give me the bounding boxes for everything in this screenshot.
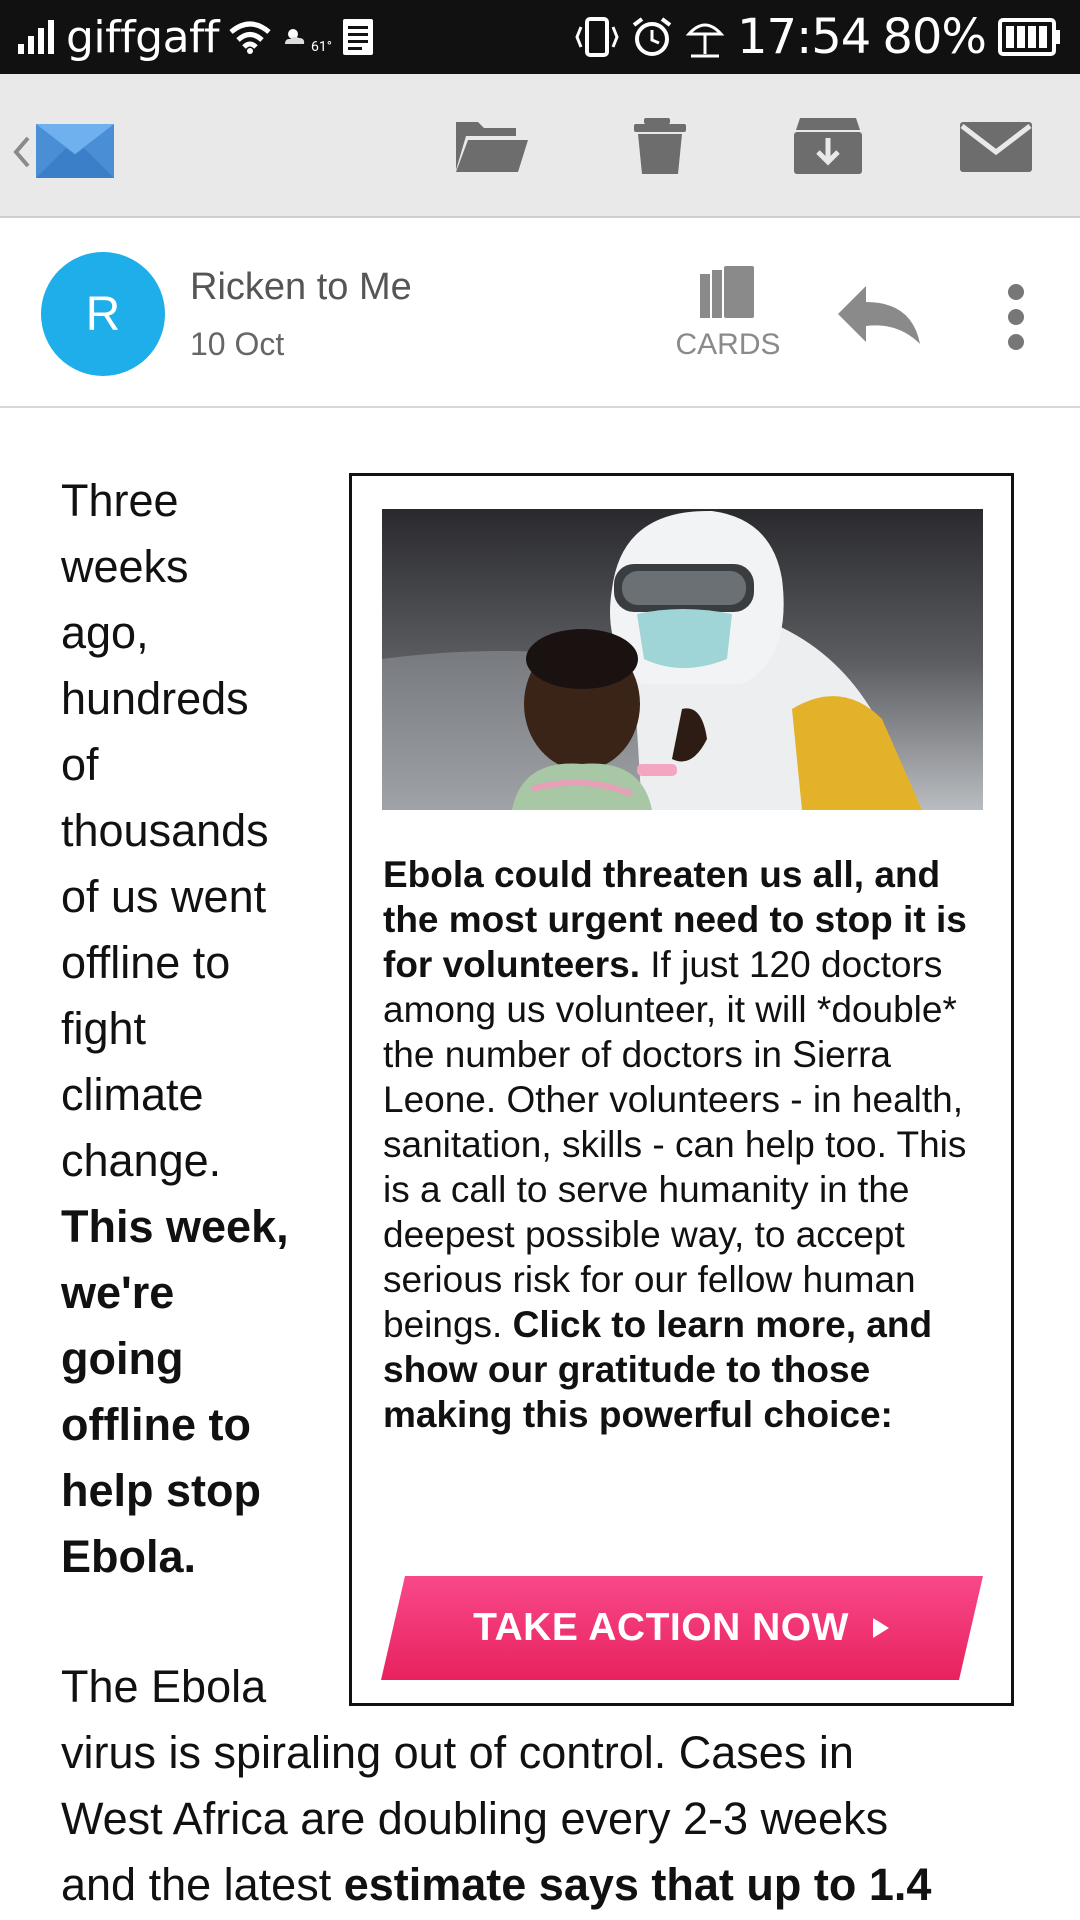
message-date: 10 Oct: [190, 326, 285, 362]
message-header: R Ricken to Me 10 Oct CARDS: [0, 218, 1080, 408]
signal-icon: [18, 20, 54, 54]
beach-icon: [685, 23, 725, 58]
move-to-folder-button[interactable]: [452, 116, 532, 176]
reply-icon: [838, 286, 920, 344]
folder-icon: [456, 122, 528, 172]
intro-line: ago,: [61, 607, 149, 658]
intro-line: weeks: [61, 541, 189, 592]
intro-line: offline to: [61, 937, 231, 988]
ebola-photo-image: [382, 509, 983, 810]
clock: 17:54: [736, 9, 871, 65]
vibrate-icon: [575, 17, 619, 57]
intro-line: change.: [61, 1135, 222, 1186]
battery-percent: 80%: [882, 9, 987, 65]
ebola-photo[interactable]: [382, 509, 983, 810]
back-chevron-icon: [13, 136, 30, 168]
avatar[interactable]: R: [41, 252, 165, 376]
cards-icon: [700, 266, 754, 318]
card-body-text: Ebola could threaten us all, and the mos…: [383, 852, 983, 1437]
play-arrow-icon: [872, 1618, 889, 1638]
weather-icon: [285, 29, 305, 44]
bold-line: This week,: [61, 1201, 289, 1252]
intro-line: fight: [61, 1003, 147, 1054]
sender-line[interactable]: Ricken to Me: [190, 266, 412, 309]
battery-icon: [998, 18, 1060, 56]
bold-line: offline to: [61, 1399, 251, 1450]
reply-button[interactable]: [836, 280, 922, 350]
card-plain-text: If just 120 doctors among us volunteer, …: [383, 944, 967, 1345]
delete-button[interactable]: [620, 116, 700, 176]
intro-line: Three: [61, 475, 179, 526]
bold-line: help stop: [61, 1465, 261, 1516]
intro-line: of us went: [61, 871, 267, 922]
cta-label: TAKE ACTION NOW: [473, 1606, 849, 1649]
more-vert-icon: [1008, 284, 1024, 350]
wifi-icon: [229, 21, 271, 54]
cards-label: CARDS: [675, 328, 781, 361]
bold-line: we're: [61, 1267, 175, 1318]
envelope-icon: [960, 122, 1032, 172]
status-bar: giffgaff 61° 17:54 80%: [0, 0, 1080, 74]
more-options-button[interactable]: [998, 282, 1034, 352]
mail-toolbar: [0, 74, 1080, 218]
notes-icon: [342, 19, 373, 55]
carrier-name: giffgaff: [66, 11, 220, 63]
body-line-bold: estimate says that up to 1.4: [343, 1859, 932, 1910]
body-line: virus is spiraling out of control. Cases…: [61, 1727, 854, 1778]
mail-app-icon: [36, 124, 114, 178]
intro-line: thousands: [61, 805, 269, 856]
intro-line: of: [61, 739, 99, 790]
intro-line: hundreds: [61, 673, 249, 724]
body-line: and the latest estimate says that up to …: [61, 1852, 1061, 1918]
body-line: The Ebola: [61, 1661, 267, 1712]
body-continuation: The Ebola virus is spiraling out of cont…: [61, 1654, 1061, 1918]
campaign-card: Ebola could threaten us all, and the mos…: [349, 473, 1014, 1706]
archive-button[interactable]: [788, 116, 868, 176]
intro-line: climate: [61, 1069, 204, 1120]
bold-line: Ebola.: [61, 1531, 197, 1582]
mark-unread-button[interactable]: [956, 116, 1036, 176]
intro-text: Three weeks ago, hundreds of thousands o…: [61, 468, 311, 1590]
trash-icon: [634, 118, 686, 174]
cards-button[interactable]: CARDS: [664, 266, 792, 366]
status-right: 17:54 80%: [575, 9, 1062, 65]
temperature: 61°: [311, 39, 332, 55]
archive-icon: [794, 118, 862, 174]
body-line-plain: and the latest: [61, 1859, 344, 1910]
status-left: giffgaff 61°: [18, 11, 374, 63]
body-line: West Africa are doubling every 2-3 weeks: [61, 1793, 889, 1844]
bold-line: going: [61, 1333, 184, 1384]
avatar-letter: R: [85, 287, 121, 341]
alarm-icon: [632, 17, 672, 56]
